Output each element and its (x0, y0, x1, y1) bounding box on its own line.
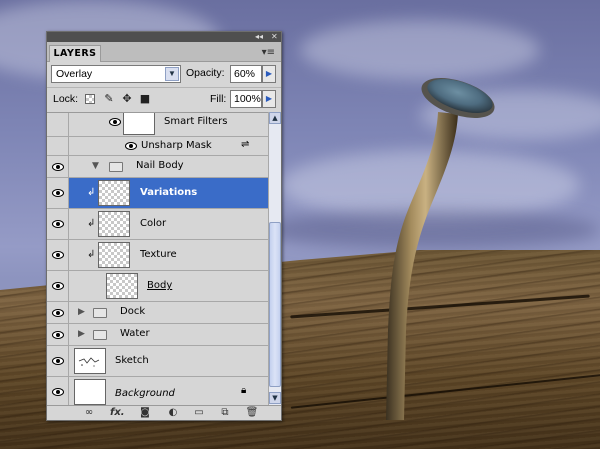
layer-row-smart-filters[interactable]: Smart Filters (47, 113, 268, 137)
visibility-column (47, 240, 69, 270)
panel-tab-row: LAYERS ▾≡ (47, 42, 281, 62)
folder-icon (93, 308, 107, 318)
eye-icon[interactable] (52, 220, 64, 228)
eye-icon[interactable] (52, 189, 64, 197)
filter-blending-options-icon[interactable]: ⇌ (241, 139, 249, 150)
eye-icon[interactable] (52, 163, 64, 171)
layer-name: Color (140, 218, 167, 229)
visibility-column (47, 156, 69, 177)
folder-icon (109, 162, 123, 172)
lock-paint-brush-icon[interactable]: ✎ (103, 93, 115, 105)
blend-mode-select[interactable]: Overlay ▼ (51, 65, 181, 83)
layer-thumbnail[interactable] (98, 211, 130, 237)
triangle-collapsed-icon[interactable]: ▶ (78, 329, 85, 339)
smart-filter-mask-thumbnail[interactable] (123, 113, 155, 135)
tab-layers[interactable]: LAYERS (49, 45, 101, 62)
layer-name: Dock (120, 306, 146, 317)
layer-thumbnail[interactable] (74, 379, 106, 405)
lock-transparent-icon[interactable] (85, 94, 95, 104)
layer-name: Nail Body (136, 160, 184, 171)
triangle-expanded-icon[interactable]: ▼ (92, 161, 99, 171)
clipping-arrow-icon: ↲ (87, 249, 96, 260)
scrollbar-thumb[interactable] (269, 222, 281, 387)
eye-icon[interactable] (52, 357, 64, 365)
visibility-column (47, 113, 69, 136)
fx-icon[interactable]: fx. (110, 407, 125, 419)
adjustment-layer-icon[interactable]: ◐ (166, 407, 180, 419)
eye-icon[interactable] (109, 118, 121, 126)
visibility-column (47, 209, 69, 239)
eye-icon[interactable] (52, 388, 64, 396)
eye-icon[interactable] (52, 331, 64, 339)
fill-field[interactable]: 100% (230, 90, 262, 108)
clipping-arrow-icon: ↲ (87, 218, 96, 229)
lock-position-move-icon[interactable]: ✥ (121, 93, 133, 105)
layer-name: Variations (140, 187, 198, 198)
layer-name: Texture (140, 249, 177, 260)
link-layers-icon[interactable]: ∞ (82, 407, 96, 419)
layer-thumbnail[interactable] (98, 242, 130, 268)
visibility-column (47, 346, 69, 376)
lock-label: Lock: (53, 93, 79, 105)
layer-thumbnail[interactable] (106, 273, 138, 299)
visibility-column (47, 377, 69, 405)
layer-row-sketch[interactable]: Sketch (47, 346, 268, 377)
lock-icon: 🔒︎ (241, 385, 247, 396)
eye-icon[interactable] (125, 142, 137, 150)
layers-panel: ◂◂ ✕ LAYERS ▾≡ Overlay ▼ Opacity: 60% ▶ … (46, 31, 282, 421)
opacity-slider-arrow-icon[interactable]: ▶ (262, 65, 276, 83)
blend-controls: Overlay ▼ Opacity: 60% ▶ (47, 63, 281, 86)
visibility-column (47, 324, 69, 345)
panel-footer: ∞ fx. ◙ ◐ ▭ ⧉ 🗑︎ (47, 405, 281, 420)
sketch-thumbnail-icon (78, 357, 100, 367)
layer-row-color[interactable]: ↲ Color (47, 209, 268, 240)
layer-row-variations[interactable]: ↲ Variations (47, 178, 268, 209)
layer-row-water-group[interactable]: ▶ Water (47, 324, 268, 346)
layer-row-body[interactable]: Body (47, 271, 268, 302)
layer-name: Smart Filters (164, 116, 228, 127)
layer-name: Water (120, 328, 150, 339)
layer-name: Background (115, 388, 175, 399)
layer-row-background[interactable]: Background 🔒︎ (47, 377, 268, 405)
fill-label: Fill: (210, 93, 227, 105)
layer-row-texture[interactable]: ↲ Texture (47, 240, 268, 271)
layer-thumbnail[interactable] (74, 348, 106, 374)
layer-row-unsharp-mask[interactable]: Unsharp Mask ⇌ (47, 137, 268, 156)
scroll-up-icon[interactable]: ▲ (269, 112, 281, 124)
visibility-column (47, 271, 69, 301)
collapse-icon[interactable]: ◂◂ (255, 32, 263, 42)
eye-icon[interactable] (52, 309, 64, 317)
eye-icon[interactable] (52, 251, 64, 259)
layer-name: Body (147, 280, 173, 291)
lock-controls: Lock: ✎ ✥ ■ Fill: 100% ▶ (47, 87, 281, 111)
new-group-icon[interactable]: ▭ (192, 407, 206, 419)
layer-row-dock-group[interactable]: ▶ Dock (47, 302, 268, 324)
clipping-arrow-icon: ↲ (87, 187, 96, 198)
layers-scrollbar[interactable]: ▲ ▼ (268, 112, 281, 405)
fill-slider-arrow-icon[interactable]: ▶ (262, 90, 276, 108)
close-icon[interactable]: ✕ (271, 32, 278, 42)
layer-name: Sketch (115, 355, 149, 366)
layer-mask-icon[interactable]: ◙ (138, 407, 152, 419)
trash-icon[interactable]: 🗑︎ (245, 407, 259, 419)
folder-icon (93, 330, 107, 340)
panel-titlebar[interactable]: ◂◂ ✕ (47, 32, 281, 42)
triangle-collapsed-icon[interactable]: ▶ (78, 307, 85, 317)
opacity-field[interactable]: 60% (230, 65, 262, 83)
new-layer-icon[interactable]: ⧉ (218, 407, 232, 419)
eye-icon[interactable] (52, 282, 64, 290)
visibility-column (47, 302, 69, 323)
panel-menu-icon[interactable]: ▾≡ (262, 47, 275, 58)
layer-thumbnail[interactable] (98, 180, 130, 206)
chevron-down-icon[interactable]: ▼ (165, 67, 179, 81)
layer-name: Unsharp Mask (141, 140, 212, 151)
visibility-column (47, 137, 69, 155)
opacity-label: Opacity: (186, 67, 225, 79)
blend-mode-value: Overlay (56, 68, 93, 80)
visibility-column (47, 178, 69, 208)
layers-list: Smart Filters Unsharp Mask ⇌ ▼ Nail Body… (47, 112, 268, 405)
scroll-down-icon[interactable]: ▼ (269, 392, 281, 404)
lock-all-icon[interactable]: ■ (139, 93, 151, 105)
layer-row-nail-body-group[interactable]: ▼ Nail Body (47, 156, 268, 178)
